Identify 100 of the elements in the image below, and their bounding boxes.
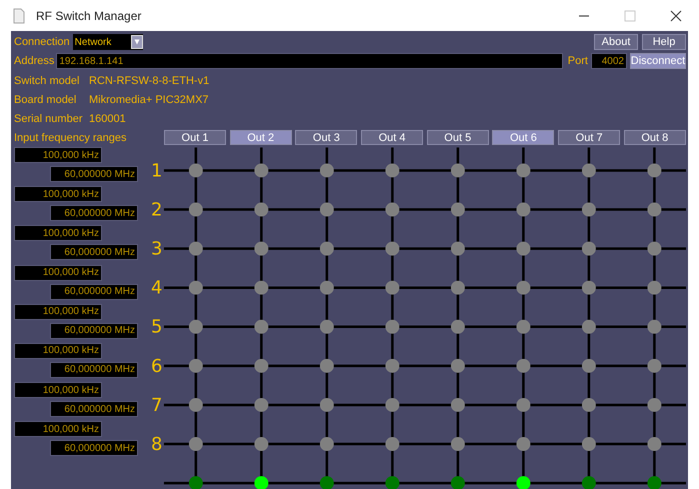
high-frequency-field[interactable]: 60,000000 MHz [50, 322, 138, 339]
switch-node[interactable] [385, 358, 399, 373]
switch-node[interactable] [647, 358, 661, 373]
low-frequency-field[interactable]: 100,000 kHz [14, 147, 102, 163]
switch-node[interactable] [582, 398, 596, 412]
switch-node[interactable] [188, 202, 202, 216]
switch-node[interactable] [582, 242, 596, 256]
row-number: 3 [150, 238, 162, 260]
high-frequency-field[interactable]: 60,000000 MHz [50, 362, 138, 378]
switch-node[interactable] [516, 398, 530, 412]
switch-node[interactable] [450, 320, 464, 334]
switch-node[interactable] [647, 242, 661, 256]
high-frequency-field[interactable]: 60,000000 MHz [50, 401, 138, 418]
switch-node[interactable] [647, 398, 661, 412]
info-label: Board model [14, 94, 78, 106]
switch-node[interactable] [188, 242, 202, 256]
connection-label: Connection [14, 36, 70, 48]
switch-node[interactable] [516, 437, 530, 452]
switch-node[interactable] [516, 280, 530, 295]
info-label: Switch model [14, 74, 80, 86]
switch-node[interactable] [320, 437, 334, 452]
output-tab[interactable]: Out 3 [295, 130, 358, 145]
switch-node[interactable] [188, 163, 202, 178]
output-tab[interactable]: Out 1 [164, 130, 226, 145]
switch-node[interactable] [254, 437, 268, 452]
switch-node[interactable] [254, 242, 268, 256]
switch-node[interactable] [582, 163, 596, 178]
switch-node[interactable] [254, 202, 268, 216]
switch-node[interactable] [450, 163, 464, 178]
low-frequency-field[interactable]: 100,000 kHz [14, 421, 102, 438]
help-button[interactable]: Help [642, 34, 686, 50]
switch-node[interactable] [450, 358, 464, 373]
switch-node[interactable] [320, 398, 334, 412]
switch-node[interactable] [647, 437, 661, 452]
switch-node[interactable] [516, 358, 530, 373]
switch-node[interactable] [516, 242, 530, 256]
switch-node[interactable] [647, 163, 661, 178]
output-tab[interactable]: Out 7 [558, 130, 620, 145]
low-frequency-field[interactable]: 100,000 kHz [14, 342, 102, 359]
low-frequency-field[interactable]: 100,000 kHz [14, 304, 102, 320]
low-frequency-field[interactable]: 100,000 kHz [14, 382, 102, 398]
switch-node[interactable] [385, 320, 399, 334]
section-title: Input frequency ranges [14, 132, 128, 144]
high-frequency-field[interactable]: 60,000000 MHz [50, 244, 138, 260]
switch-node[interactable] [385, 280, 399, 295]
high-frequency-field[interactable]: 60,000000 MHz [50, 284, 138, 300]
high-frequency-field[interactable]: 60,000000 MHz [50, 440, 138, 456]
low-frequency-field[interactable]: 100,000 kHz [14, 225, 102, 242]
row-number: 4 [150, 278, 162, 299]
switch-node[interactable] [647, 280, 661, 295]
switch-node[interactable] [385, 202, 399, 216]
switch-node[interactable] [254, 280, 268, 295]
switch-node[interactable] [450, 437, 464, 452]
connection-dropdown[interactable]: Network [72, 34, 143, 50]
switch-node[interactable] [320, 242, 334, 256]
switch-node[interactable] [188, 358, 202, 373]
switch-node[interactable] [320, 358, 334, 373]
output-tab[interactable]: Out 8 [624, 130, 686, 145]
switch-node[interactable] [582, 358, 596, 373]
switch-node[interactable] [385, 398, 399, 412]
switch-node[interactable] [582, 437, 596, 452]
switch-node[interactable] [582, 202, 596, 216]
switch-node[interactable] [647, 202, 661, 216]
switch-node[interactable] [320, 202, 334, 216]
switch-node[interactable] [188, 320, 202, 334]
port-field[interactable]: 4002 [590, 53, 627, 69]
address-field[interactable]: 192.168.1.141 [56, 53, 563, 69]
switch-node[interactable] [320, 320, 334, 334]
switch-node[interactable] [450, 280, 464, 295]
about-button[interactable]: About [594, 34, 638, 50]
switch-node[interactable] [516, 163, 530, 178]
switch-node[interactable] [320, 280, 334, 295]
switch-node[interactable] [320, 163, 334, 178]
maximize-icon[interactable] [624, 10, 636, 22]
switch-node[interactable] [647, 320, 661, 334]
switch-node[interactable] [516, 202, 530, 216]
switch-node[interactable] [254, 398, 268, 412]
switch-node[interactable] [385, 163, 399, 178]
switch-node[interactable] [188, 398, 202, 412]
switch-node[interactable] [254, 163, 268, 178]
switch-node[interactable] [385, 242, 399, 256]
switch-node[interactable] [582, 280, 596, 295]
low-frequency-field[interactable]: 100,000 kHz [14, 264, 102, 281]
switch-node[interactable] [450, 398, 464, 412]
switch-node[interactable] [254, 320, 268, 334]
switch-node[interactable] [450, 202, 464, 216]
switch-node[interactable] [188, 280, 202, 295]
low-frequency-field[interactable]: 100,000 kHz [14, 186, 102, 202]
switch-node[interactable] [254, 358, 268, 373]
switch-node[interactable] [188, 437, 202, 452]
high-frequency-field[interactable]: 60,000000 MHz [50, 166, 138, 182]
output-tab[interactable]: Out 4 [361, 130, 424, 145]
high-frequency-field[interactable]: 60,000000 MHz [50, 205, 138, 222]
switch-node[interactable] [450, 242, 464, 256]
switch-node[interactable] [516, 320, 530, 334]
close-icon[interactable] [670, 10, 682, 22]
switch-node[interactable] [582, 320, 596, 334]
output-tab[interactable]: Out 5 [426, 130, 489, 145]
switch-node[interactable] [385, 437, 399, 452]
info-value: 160001 [89, 112, 126, 124]
